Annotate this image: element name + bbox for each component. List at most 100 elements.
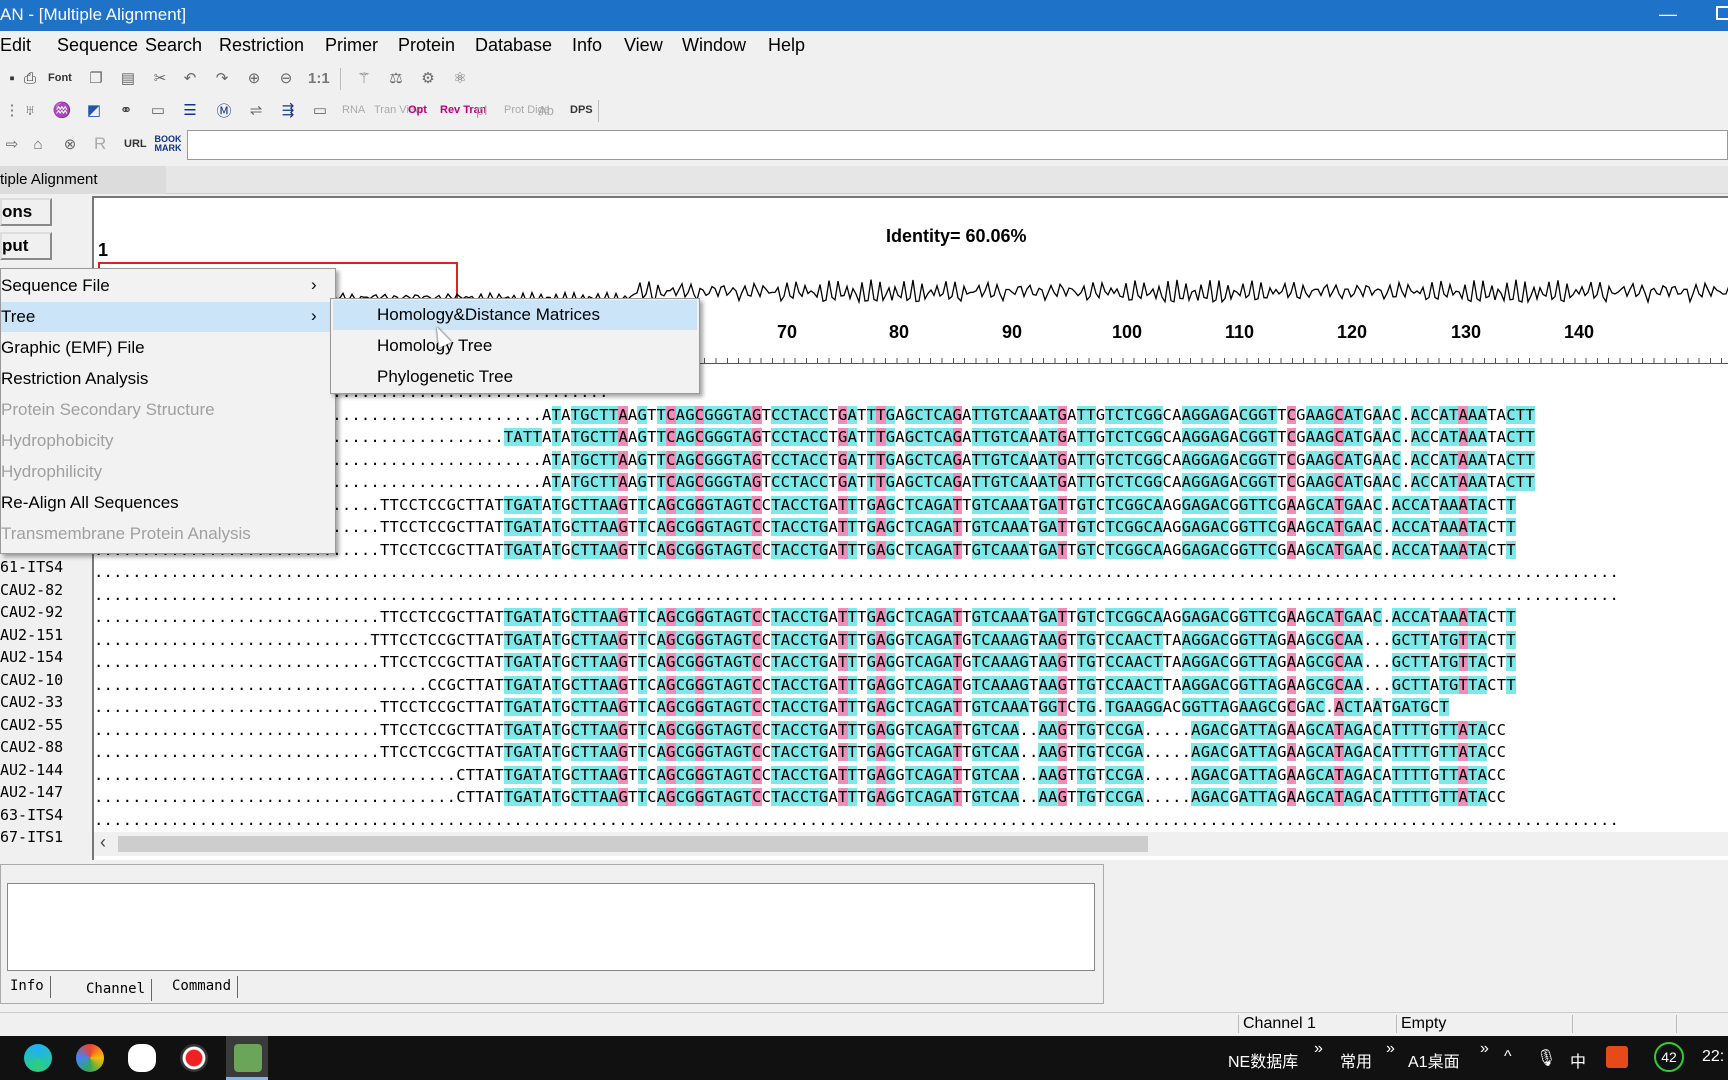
- menu-edit[interactable]: Edit: [0, 35, 31, 56]
- ime-indicator[interactable]: 中: [1570, 1048, 1586, 1072]
- badge-counter[interactable]: 42: [1654, 1042, 1684, 1072]
- sequence-name[interactable]: CAU2-10: [0, 671, 90, 694]
- context-menu-item[interactable]: Tree ›: [1, 302, 335, 332]
- options-button[interactable]: ons: [0, 198, 52, 226]
- paste-icon[interactable]: ▤: [116, 67, 140, 89]
- context-menu-item-label: Sequence File: [1, 276, 110, 295]
- opt-button[interactable]: Opt: [408, 99, 427, 121]
- context-menu-item-label: Protein Secondary Structure: [1, 400, 215, 419]
- home-icon[interactable]: ⌂: [26, 133, 50, 155]
- enzyme-icon[interactable]: ♅: [18, 99, 42, 121]
- tray-common[interactable]: 常用: [1340, 1048, 1372, 1072]
- forward-icon[interactable]: ⇨: [0, 133, 24, 155]
- chevron-icon[interactable]: »: [1480, 1040, 1489, 1058]
- submenu-item[interactable]: Phylogenetic Tree: [333, 362, 697, 392]
- menu-window[interactable]: Window: [682, 35, 746, 56]
- sequence-name[interactable]: CAU2-82: [0, 581, 90, 604]
- sequence-name[interactable]: 63-ITS4: [0, 806, 90, 829]
- identity-label: Identity= 60.06%: [886, 226, 1027, 246]
- sequence-name[interactable]: AU2-154: [0, 648, 90, 671]
- menu-help[interactable]: Help: [768, 35, 805, 56]
- submenu-item[interactable]: Homology Tree: [333, 331, 697, 361]
- horizontal-scrollbar[interactable]: ‹: [94, 832, 1728, 856]
- edge-icon[interactable]: [24, 1044, 52, 1072]
- output-text-area[interactable]: [7, 883, 1095, 971]
- sequence-name[interactable]: AU2-144: [0, 761, 90, 784]
- sequence-name[interactable]: AU2-147: [0, 783, 90, 806]
- rna-button[interactable]: RNA: [342, 99, 365, 121]
- ab-button[interactable]: Ab: [538, 99, 554, 121]
- url-button[interactable]: URL: [124, 133, 147, 155]
- tab-multiple-alignment[interactable]: tiple Alignment: [0, 166, 166, 194]
- graph-icon[interactable]: ⚙: [416, 67, 440, 89]
- pi-button[interactable]: pI: [476, 99, 488, 121]
- undo-icon[interactable]: ↶: [178, 67, 202, 89]
- alignment-pane[interactable]: Identity= 60.06% 1 607080901001101201301…: [92, 196, 1728, 860]
- matrix-icon[interactable]: ⚛: [448, 67, 472, 89]
- chrome-icon[interactable]: [76, 1044, 104, 1072]
- sequence-name[interactable]: CAU2-92: [0, 603, 90, 626]
- tab-info[interactable]: Info: [4, 976, 51, 998]
- sequence-name[interactable]: CAU2-88: [0, 738, 90, 761]
- sequence-name[interactable]: AU2-151: [0, 626, 90, 649]
- menu-sequence[interactable]: Sequence: [57, 35, 138, 56]
- dps-button[interactable]: DPS: [570, 99, 593, 121]
- zoom-reset-button[interactable]: 1:1: [308, 67, 330, 89]
- indent-icon[interactable]: ⇶: [276, 99, 300, 121]
- menu-restriction[interactable]: Restriction: [219, 35, 304, 56]
- binocular-icon[interactable]: ⚭: [114, 99, 138, 121]
- stop-icon[interactable]: ⊗: [58, 133, 82, 155]
- align-icon[interactable]: ⚖: [384, 67, 408, 89]
- minimize-icon[interactable]: —: [1656, 0, 1680, 31]
- plot-icon[interactable]: ◩: [82, 99, 106, 121]
- menu-database[interactable]: Database: [475, 35, 552, 56]
- compare-icon[interactable]: ⇌: [244, 99, 268, 121]
- tray-desktop[interactable]: A1桌面: [1408, 1048, 1460, 1072]
- sequence-name[interactable]: 61-ITS4: [0, 558, 90, 581]
- output-button[interactable]: put: [0, 232, 52, 260]
- menu-info[interactable]: Info: [572, 35, 602, 56]
- zoom-in-icon[interactable]: ⊕: [242, 67, 266, 89]
- up-arrow-icon[interactable]: ^: [1504, 1048, 1512, 1066]
- cut-icon[interactable]: ✂: [148, 67, 172, 89]
- context-menu-item[interactable]: Graphic (EMF) File: [1, 333, 335, 363]
- menu-protein[interactable]: Protein: [398, 35, 455, 56]
- scrollbar-thumb[interactable]: [118, 836, 1148, 852]
- recorder-icon[interactable]: [180, 1044, 208, 1072]
- context-menu-item[interactable]: Re-Align All Sequences: [1, 488, 335, 518]
- context-menu-item[interactable]: Restriction Analysis: [1, 364, 335, 394]
- print-icon[interactable]: ⎙: [18, 67, 42, 89]
- scroll-left-icon[interactable]: ‹: [100, 832, 106, 853]
- menu-primer[interactable]: Primer: [325, 35, 378, 56]
- refresh-button[interactable]: R: [94, 133, 106, 155]
- sequence-name[interactable]: CAU2-33: [0, 693, 90, 716]
- url-input[interactable]: [187, 130, 1728, 160]
- tray-ne-database[interactable]: NE数据库: [1228, 1048, 1298, 1072]
- tree-icon[interactable]: ⚚: [352, 67, 376, 89]
- zoom-out-icon[interactable]: ⊖: [274, 67, 298, 89]
- tab-channel[interactable]: Channel: [80, 979, 153, 1001]
- context-menu-item[interactable]: Sequence File ›: [1, 271, 335, 301]
- copy-icon[interactable]: ❐: [84, 67, 108, 89]
- microphone-icon[interactable]: 🎙: [1536, 1048, 1556, 1068]
- digest-icon[interactable]: ♒: [50, 99, 74, 121]
- tab-command[interactable]: Command: [166, 976, 239, 998]
- bookmark-button[interactable]: BOOK MARK: [155, 133, 182, 155]
- redo-icon[interactable]: ↷: [210, 67, 234, 89]
- menu-search[interactable]: Search: [145, 35, 202, 56]
- marker-icon[interactable]: Ⓜ: [212, 99, 236, 121]
- chevron-icon[interactable]: »: [1386, 1040, 1395, 1058]
- submenu-item[interactable]: Homology&Distance Matrices: [333, 300, 697, 330]
- menu-view[interactable]: View: [624, 35, 663, 56]
- sequence-name[interactable]: CAU2-55: [0, 716, 90, 739]
- wechat-icon[interactable]: [128, 1044, 156, 1072]
- list-icon[interactable]: ☰: [178, 99, 202, 121]
- sequence-name[interactable]: 67-ITS1: [0, 828, 90, 851]
- font-button[interactable]: Font: [48, 67, 72, 89]
- sogou-icon[interactable]: [1606, 1046, 1628, 1068]
- dnaman-icon[interactable]: [234, 1044, 262, 1072]
- chevron-icon[interactable]: »: [1314, 1040, 1323, 1058]
- restore-icon[interactable]: [1716, 6, 1728, 20]
- ruler-icon[interactable]: ▭: [146, 99, 170, 121]
- box-icon[interactable]: ▭: [308, 99, 332, 121]
